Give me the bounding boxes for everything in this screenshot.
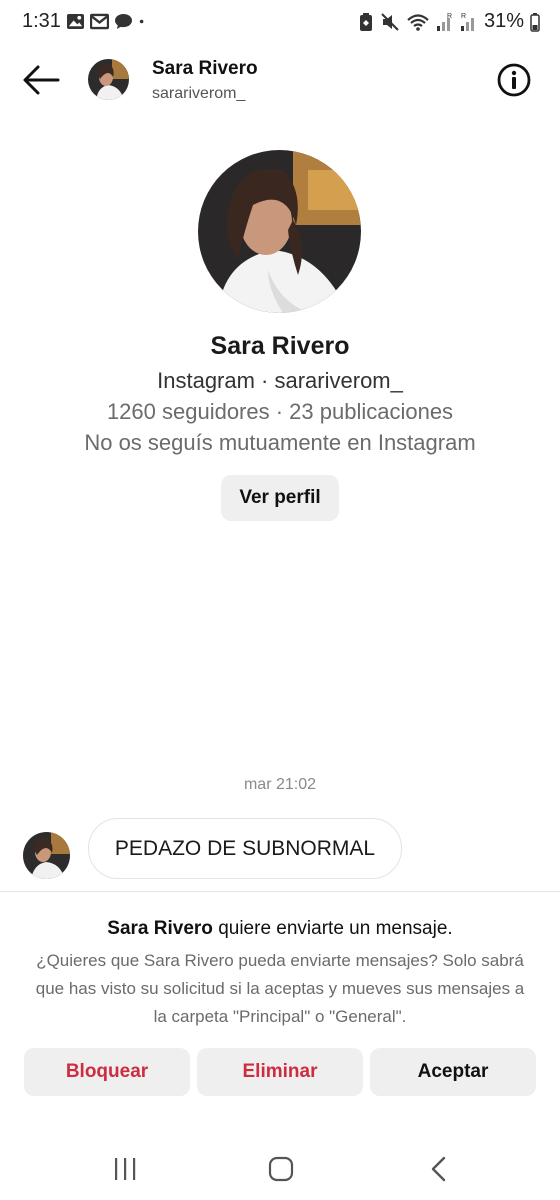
request-sender-name: Sara Rivero — [107, 918, 213, 939]
mute-icon — [381, 12, 399, 31]
message-sender-avatar[interactable] — [23, 832, 70, 879]
battery-percent: 31% — [483, 10, 524, 32]
accept-button[interactable]: Aceptar — [370, 1048, 536, 1096]
message-timestamp: mar 21:02 — [243, 776, 317, 793]
info-icon[interactable] — [496, 62, 532, 98]
back-arrow-icon[interactable] — [20, 62, 62, 98]
system-nav-bar — [0, 1136, 560, 1200]
profile-mutual-line: No os seguís mutuamente en Instagram — [84, 430, 476, 455]
battery-saver-icon — [359, 12, 372, 31]
notification-icons — [66, 13, 150, 30]
message-bubble[interactable]: PEDAZO DE SUBNORMAL — [88, 818, 402, 879]
delete-button[interactable]: Eliminar — [197, 1048, 363, 1096]
svg-text:R: R — [461, 13, 466, 20]
signal-icon: R — [436, 13, 452, 31]
request-title-text: quiere enviarte un mensaje. — [212, 918, 453, 939]
signal-icon-2: R — [460, 13, 474, 31]
status-time: 1:31 — [22, 10, 61, 32]
profile-platform-line: Instagram · sarariverom_ — [157, 368, 403, 393]
header-avatar[interactable] — [88, 59, 129, 100]
avatar-photo — [88, 59, 129, 100]
chat-bubble-icon — [115, 13, 132, 30]
status-right: R R 31% — [358, 10, 540, 33]
gmail-icon — [90, 13, 109, 30]
profile-avatar[interactable] — [198, 150, 361, 313]
header-username[interactable]: sarariverom_ — [152, 85, 245, 103]
image-icon — [67, 13, 84, 30]
home-icon[interactable] — [266, 1154, 296, 1184]
sender-photo — [23, 832, 70, 879]
header-name[interactable]: Sara Rivero — [152, 58, 258, 80]
wifi-icon — [407, 13, 429, 31]
view-profile-button[interactable]: Ver perfil — [221, 475, 339, 521]
message-text: PEDAZO DE SUBNORMAL — [114, 837, 376, 860]
block-button[interactable]: Bloquear — [24, 1048, 190, 1096]
dot-icon — [139, 19, 144, 24]
request-description: ¿Quieres que Sara Rivero pueda enviarte … — [35, 951, 525, 1026]
battery-icon — [530, 12, 540, 32]
back-nav-icon[interactable] — [424, 1154, 454, 1184]
divider — [0, 891, 560, 892]
chat-header: Sara Rivero sarariverom_ — [0, 48, 560, 114]
request-title: Sara Rivero quiere enviarte un mensaje. — [0, 918, 560, 940]
recent-apps-icon[interactable] — [110, 1154, 140, 1184]
profile-stats-line: 1260 seguidores · 23 publicaciones — [106, 399, 454, 424]
status-bar: 1:31 R R 31% — [0, 0, 560, 48]
profile-photo — [198, 150, 361, 313]
profile-name: Sara Rivero — [210, 332, 350, 360]
svg-text:R: R — [447, 13, 452, 20]
